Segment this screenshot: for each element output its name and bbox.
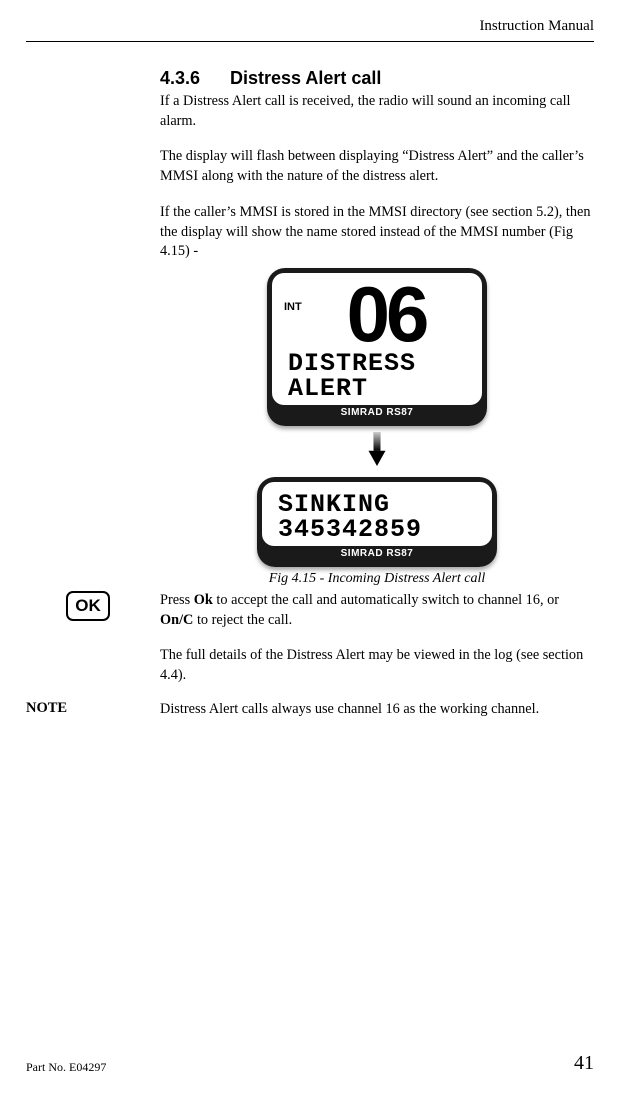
running-header: Instruction Manual: [26, 18, 594, 35]
lcd-product-label: SIMRAD RS87: [262, 548, 492, 562]
lcd-text-line2: 345342859: [278, 517, 482, 542]
note-label: NOTE: [26, 700, 67, 717]
paragraph: The full details of the Distress Alert m…: [160, 646, 594, 685]
note-row: NOTE Distress Alert calls always use cha…: [26, 700, 594, 720]
section-title: Distress Alert call: [230, 68, 381, 89]
figure-caption: Fig 4.15 - Incoming Distress Alert call: [160, 571, 594, 587]
text-fragment: Press: [160, 592, 194, 608]
lcd-channel-number: 06: [300, 279, 472, 351]
text-fragment: to accept the call and automatically swi…: [213, 592, 559, 608]
note-text: Distress Alert calls always use channel …: [160, 700, 594, 720]
header-rule: [26, 41, 594, 42]
bold-onc: On/C: [160, 612, 193, 628]
lcd-text-line1: SINKING: [278, 492, 482, 517]
page-number: 41: [574, 1052, 594, 1075]
lcd-text-line2: ALERT: [288, 376, 472, 401]
lcd-text-line1: DISTRESS: [288, 351, 472, 376]
section-heading: 4.3.6 Distress Alert call: [160, 68, 594, 89]
figure-4-15: INT 06 DISTRESS ALERT SIMRAD RS87 SINKIN…: [160, 268, 594, 587]
bold-ok: Ok: [194, 592, 213, 608]
text-fragment: to reject the call.: [193, 612, 292, 628]
lcd-product-label: SIMRAD RS87: [272, 407, 482, 421]
paragraph: If a Distress Alert call is received, th…: [160, 92, 594, 131]
lcd-display-lower: SINKING 345342859 SIMRAD RS87: [257, 477, 497, 567]
part-number: Part No. E04297: [26, 1060, 106, 1075]
ok-instruction-row: OK Press Ok to accept the call and autom…: [26, 591, 594, 686]
lcd-display-upper: INT 06 DISTRESS ALERT SIMRAD RS87: [267, 268, 487, 426]
lcd-int-indicator: INT: [284, 301, 302, 313]
ok-button-icon: OK: [66, 591, 110, 621]
page-footer: Part No. E04297 41: [26, 1052, 594, 1075]
section-number: 4.3.6: [160, 68, 230, 89]
paragraph: The display will flash between displayin…: [160, 147, 594, 186]
paragraph: Press Ok to accept the call and automati…: [160, 591, 594, 630]
down-arrow-icon: [368, 432, 386, 471]
body-text-block: If a Distress Alert call is received, th…: [160, 92, 594, 262]
paragraph: If the caller’s MMSI is stored in the MM…: [160, 203, 594, 262]
